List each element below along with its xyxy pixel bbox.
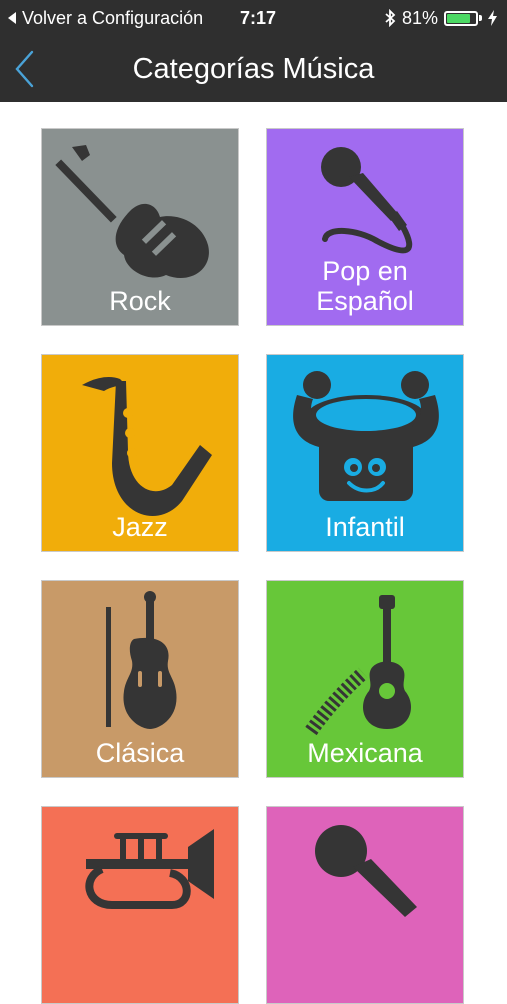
back-triangle-icon[interactable] — [8, 12, 16, 24]
microphone-icon — [315, 825, 417, 917]
category-label: Infantil — [325, 512, 405, 542]
navigation-bar: Categorías Música — [0, 36, 507, 102]
category-tile-infantil[interactable]: Infantil — [266, 354, 464, 552]
status-time: 7:17 — [240, 7, 277, 28]
category-label: Jazz — [112, 512, 168, 542]
category-tile-mexicana[interactable]: Mexicana — [266, 580, 464, 778]
battery-level — [447, 13, 470, 23]
category-tile-microphone[interactable] — [266, 806, 464, 1004]
trumpet-icon — [85, 829, 214, 909]
category-tile-jazz[interactable]: Jazz — [41, 354, 239, 552]
status-right-group: 81% — [384, 8, 497, 29]
bluetooth-icon — [385, 9, 396, 27]
status-bar: Volver a Configuración 7:17 81% — [0, 0, 507, 36]
category-label: Rock — [109, 286, 171, 316]
status-back-label[interactable]: Volver a Configuración — [22, 8, 203, 29]
category-label: Clásica — [95, 738, 185, 768]
category-tile-trumpet[interactable] — [41, 806, 239, 1004]
category-tile-rock[interactable]: Rock — [41, 128, 239, 326]
battery-icon — [444, 10, 478, 26]
category-tile-pop-en-espanol[interactable]: Pop en Español — [266, 128, 464, 326]
page-title: Categorías Música — [132, 53, 375, 85]
bolt-icon — [488, 10, 497, 26]
category-label-line-2: Español — [316, 286, 414, 316]
battery-tip — [479, 15, 482, 21]
category-label-line-1: Pop en — [322, 256, 408, 286]
category-label: Mexicana — [307, 738, 423, 768]
category-tile-clasica[interactable]: Clásica — [41, 580, 239, 778]
battery-percent: 81% — [401, 7, 438, 28]
